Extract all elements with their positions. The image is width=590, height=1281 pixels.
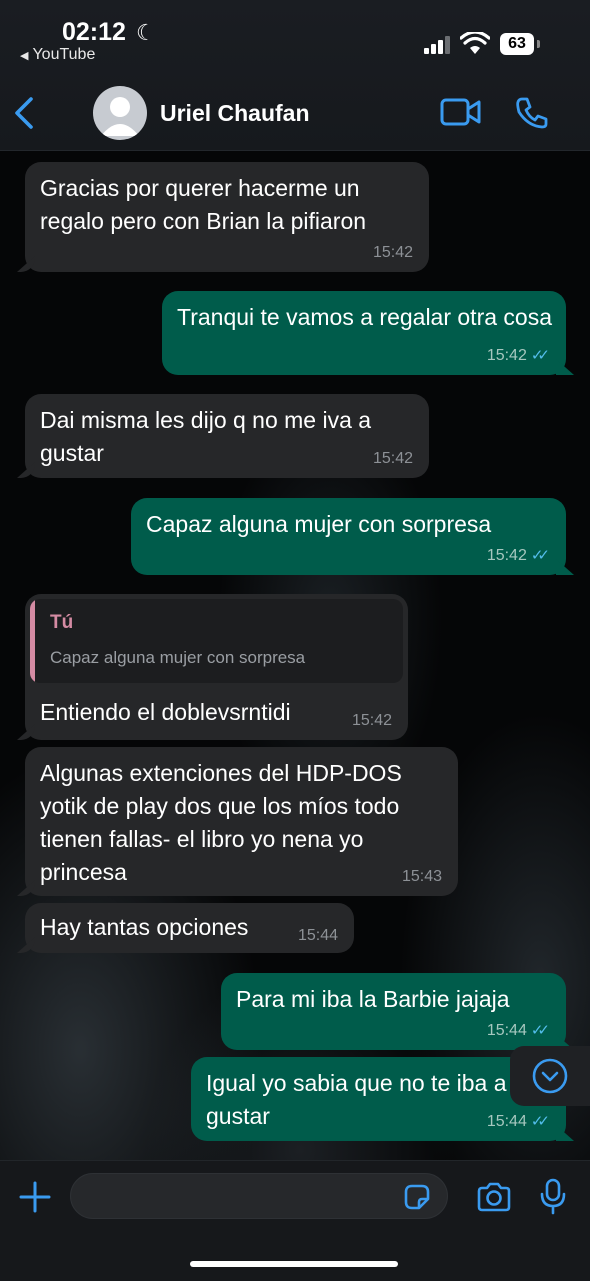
contact-name[interactable]: Uriel Chaufan (160, 100, 310, 127)
message-bubble-outgoing[interactable]: Para mi iba la Barbie jajaja 15:44 ✓✓ (221, 973, 574, 1050)
battery-tip (537, 40, 540, 48)
sticker-icon[interactable] (402, 1182, 432, 1212)
cellular-signal-icon (424, 36, 454, 54)
quote-author: Tú (50, 612, 74, 633)
message-text: Algunas extenciones del HDP-DOS yotik de… (40, 760, 402, 885)
message-bubble-outgoing[interactable]: Tranqui te vamos a regalar otra cosa 15:… (162, 291, 574, 375)
message-text: Para mi iba la Barbie jajaja (236, 986, 510, 1012)
message-bubble-incoming[interactable]: Algunas extenciones del HDP-DOS yotik de… (17, 747, 458, 896)
message-bubble-incoming[interactable]: Dai misma les dijo q no me iva a gustar … (17, 394, 429, 478)
scroll-to-bottom-button[interactable] (510, 1046, 590, 1106)
message-meta: 15:42 (373, 244, 413, 262)
message-time: 15:44 (486, 1022, 527, 1039)
message-time: 15:42 (351, 712, 392, 729)
message-time: 15:43 (401, 868, 442, 885)
message-time: 15:44 (297, 927, 338, 944)
message-time: 15:42 (372, 244, 413, 261)
back-to-app-link[interactable]: ◀ YouTube (20, 46, 95, 64)
message-meta: 15:44 ✓✓ (487, 1022, 550, 1040)
contact-avatar[interactable] (93, 86, 147, 140)
message-time: 15:44 (486, 1113, 527, 1130)
phone-icon[interactable] (515, 96, 549, 130)
message-meta: 15:44 ✓✓ (487, 1113, 550, 1131)
message-meta: 15:42 ✓✓ (487, 547, 550, 565)
message-bubble-outgoing[interactable]: Capaz alguna mujer con sorpresa 15:42 ✓✓ (131, 498, 574, 575)
read-ticks-icon: ✓✓ (530, 1113, 550, 1130)
message-text: Hay tantas opciones (40, 914, 249, 940)
camera-icon[interactable] (476, 1182, 512, 1212)
quote-accent-bar (30, 599, 35, 683)
quoted-message[interactable]: Tú Capaz alguna mujer con sorpresa (30, 599, 403, 683)
chevron-left-icon[interactable] (12, 96, 36, 130)
message-meta: 15:44 (298, 927, 338, 945)
default-avatar-icon (101, 97, 139, 136)
message-meta: 15:42 ✓✓ (487, 347, 550, 365)
message-text: Tranqui te vamos a regalar otra cosa (177, 304, 552, 330)
status-time: 02:12 (62, 18, 126, 46)
plus-icon[interactable] (18, 1180, 52, 1214)
battery-level: 63 (500, 33, 534, 55)
home-indicator[interactable] (190, 1261, 398, 1267)
message-bubble-incoming[interactable]: Gracias por querer hacerme un regalo per… (17, 162, 429, 272)
message-time: 15:42 (486, 347, 527, 364)
message-meta: 15:42 (373, 450, 413, 468)
read-ticks-icon: ✓✓ (530, 347, 550, 364)
message-time: 15:42 (372, 450, 413, 467)
back-triangle-icon: ◀ (20, 50, 29, 62)
back-app-label: YouTube (32, 46, 96, 63)
read-ticks-icon: ✓✓ (530, 547, 550, 564)
message-time: 15:42 (486, 547, 527, 564)
chevron-down-icon (532, 1058, 568, 1094)
message-meta: 15:42 (352, 712, 392, 730)
quote-text: Capaz alguna mujer con sorpresa (50, 648, 306, 667)
message-bubble-incoming-reply[interactable]: Tú Capaz alguna mujer con sorpresa Entie… (17, 594, 408, 740)
message-meta: 15:43 (402, 868, 442, 886)
message-bubble-incoming[interactable]: Hay tantas opciones 15:44 (17, 903, 354, 953)
focus-moon-icon: ☾ (136, 20, 156, 45)
message-input[interactable] (70, 1173, 448, 1219)
message-text: Capaz alguna mujer con sorpresa (146, 511, 492, 537)
video-camera-icon[interactable] (440, 98, 482, 126)
microphone-icon[interactable] (540, 1178, 566, 1216)
wifi-icon (460, 32, 490, 54)
read-ticks-icon: ✓✓ (530, 1022, 550, 1039)
message-text: Dai misma les dijo q no me iva a gustar (40, 407, 372, 466)
message-text: Gracias por querer hacerme un regalo per… (40, 175, 367, 234)
message-text: Entiendo el doblevsrntidi (40, 699, 291, 725)
